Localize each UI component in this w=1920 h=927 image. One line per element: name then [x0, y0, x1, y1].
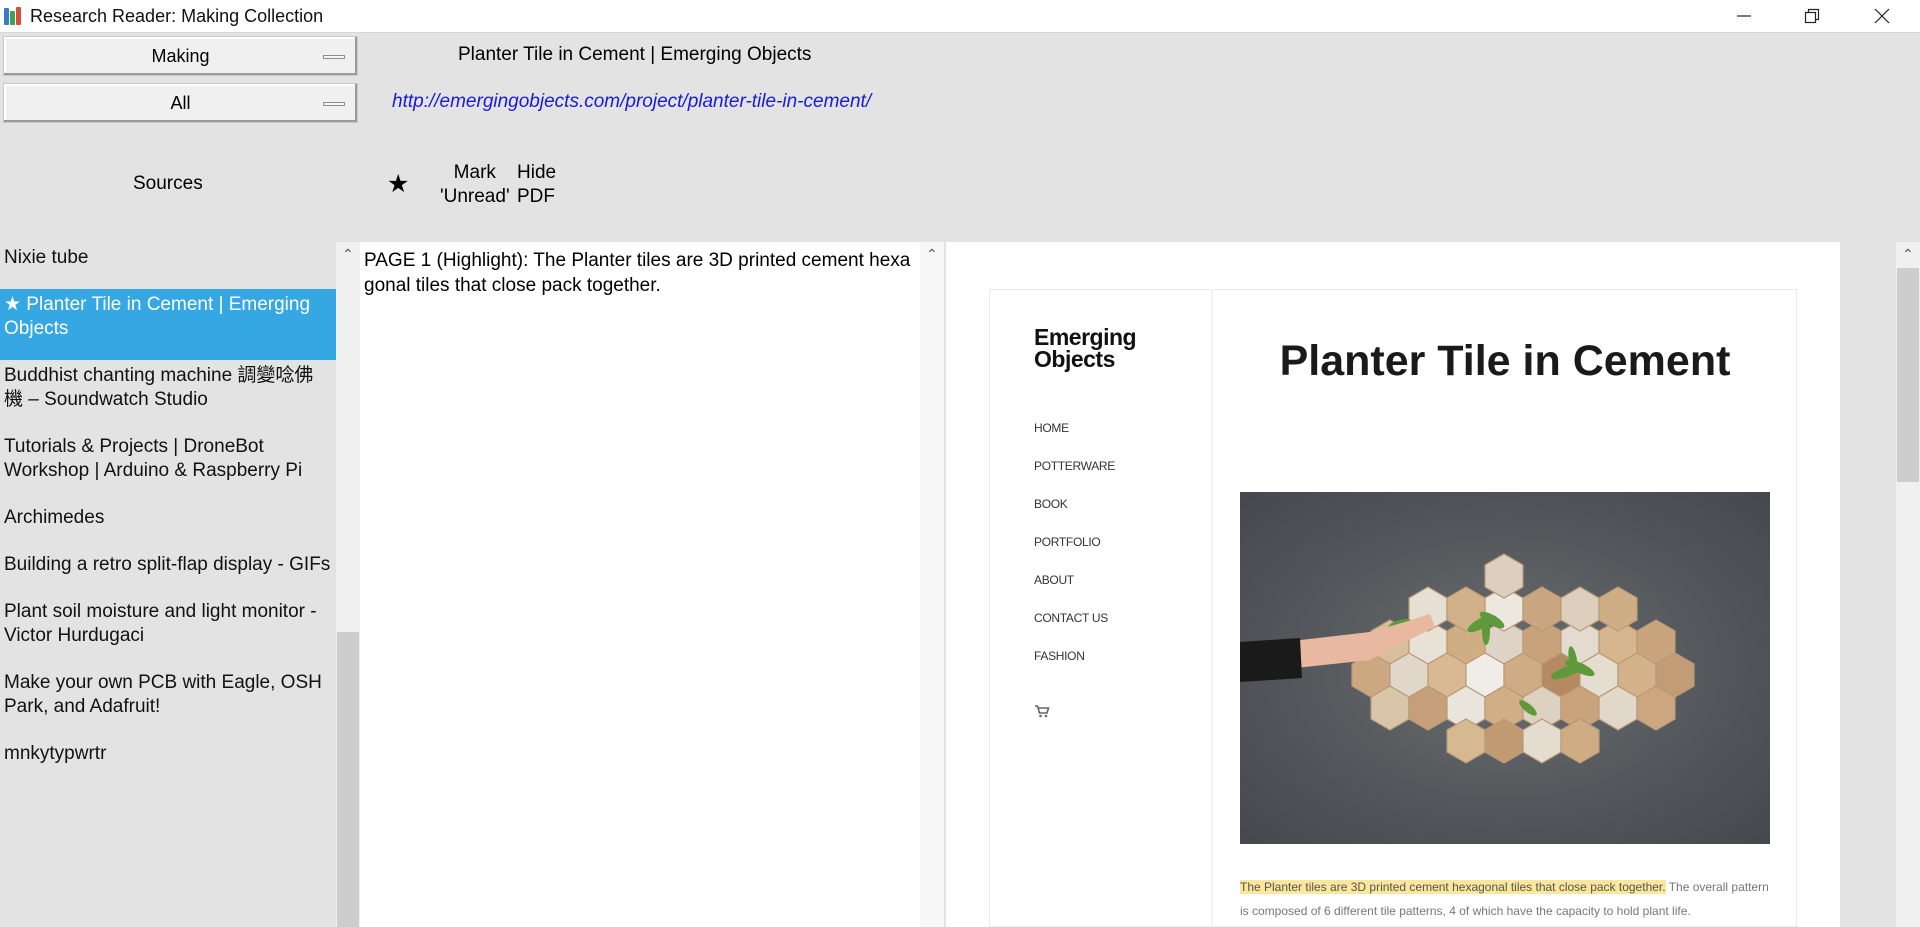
filter-select-value: All	[170, 93, 191, 113]
site-nav-potterware: POTTERWARE	[1034, 459, 1116, 473]
site-nav-about: ABOUT	[1034, 573, 1074, 587]
site-nav-portfolio: PORTFOLIO	[1034, 535, 1101, 549]
cart-icon	[1034, 704, 1050, 723]
source-item[interactable]: Building a retro split-flap display - GI…	[0, 549, 336, 596]
sources-label: Sources	[133, 173, 203, 194]
close-icon	[1874, 8, 1890, 24]
source-item[interactable]: Archimedes	[0, 502, 336, 549]
notes-right-scrollbar[interactable]: ⌃	[920, 242, 944, 927]
site-nav-contact: CONTACT US	[1034, 611, 1108, 625]
books-icon	[3, 6, 23, 26]
source-item[interactable]: Tutorials & Projects | DroneBot Workshop…	[0, 431, 336, 502]
emerging-objects-logo: Emerging Objects	[1034, 324, 1137, 372]
scroll-up-icon[interactable]: ⌃	[926, 246, 938, 263]
restore-icon	[1804, 8, 1820, 24]
logo-line-1: Emerging	[1034, 324, 1137, 350]
logo-line-2: Objects	[1034, 346, 1115, 372]
filter-select[interactable]: All	[3, 83, 358, 123]
planter-tile-photo	[1240, 492, 1770, 844]
notes-left-scrollbar[interactable]: ⌃	[336, 242, 360, 927]
close-button[interactable]	[1848, 0, 1916, 32]
dropdown-indicator-icon	[323, 102, 345, 106]
scrollbar-thumb[interactable]	[337, 632, 359, 927]
source-item-selected[interactable]: ★ Planter Tile in Cement | Emerging Obje…	[0, 289, 336, 360]
mark-unread-button[interactable]: Mark 'Unread'	[440, 161, 510, 209]
site-nav-book: BOOK	[1034, 497, 1068, 511]
source-item[interactable]: Make your own PCB with Eagle, OSH Park, …	[0, 667, 336, 738]
mark-unread-line-2: 'Unread'	[440, 186, 510, 207]
hide-pdf-line-1: Hide	[517, 162, 557, 183]
note-text: PAGE 1 (Highlight): The Planter tiles ar…	[364, 250, 911, 296]
dropdown-indicator-icon	[323, 55, 345, 59]
site-nav-fashion: FASHION	[1034, 649, 1085, 663]
highlighted-text: The Planter tiles are 3D printed cement …	[1240, 880, 1666, 894]
collection-select[interactable]: Making	[3, 36, 358, 76]
document-title: Planter Tile in Cement | Emerging Object…	[458, 44, 812, 65]
source-item[interactable]: Plant soil moisture and light monitor - …	[0, 596, 336, 667]
collection-select-value: Making	[151, 46, 210, 66]
source-item[interactable]: mnkytypwrtr	[0, 738, 336, 785]
minimize-icon	[1737, 15, 1751, 17]
planter-tiles-illustration	[1240, 553, 1695, 764]
notes-panel[interactable]: PAGE 1 (Highlight): The Planter tiles ar…	[360, 242, 920, 927]
scroll-up-icon[interactable]: ⌃	[342, 246, 354, 263]
source-list: Nixie tube ★ Planter Tile in Cement | Em…	[0, 242, 336, 927]
mark-unread-line-1: Mark	[453, 162, 496, 183]
pdf-scrollbar[interactable]: ⌃	[1896, 242, 1920, 927]
source-item[interactable]: Nixie tube	[0, 242, 336, 289]
pdf-body-text: The Planter tiles are 3D printed cement …	[1240, 875, 1770, 923]
site-nav-home: HOME	[1034, 421, 1069, 435]
scroll-up-icon[interactable]: ⌃	[1902, 246, 1914, 263]
window-title: Research Reader: Making Collection	[30, 6, 324, 26]
title-bar: Research Reader: Making Collection	[0, 0, 1920, 33]
source-item[interactable]: Buddhist chanting machine 調變唸佛機 – Soundw…	[0, 360, 336, 431]
restore-button[interactable]	[1778, 0, 1846, 32]
site-nav: HOME POTTERWARE BOOK PORTFOLIO ABOUT CON…	[1034, 421, 1115, 687]
scrollbar-thumb[interactable]	[1897, 268, 1919, 482]
page-heading: Planter Tile in Cement	[1279, 337, 1731, 385]
hide-pdf-button[interactable]: Hide PDF	[517, 161, 556, 209]
minimize-button[interactable]	[1710, 0, 1778, 32]
document-url-link[interactable]: http://emergingobjects.com/project/plant…	[392, 91, 871, 113]
hide-pdf-line-2: PDF	[517, 186, 555, 207]
star-toggle-icon[interactable]: ★	[387, 169, 409, 199]
